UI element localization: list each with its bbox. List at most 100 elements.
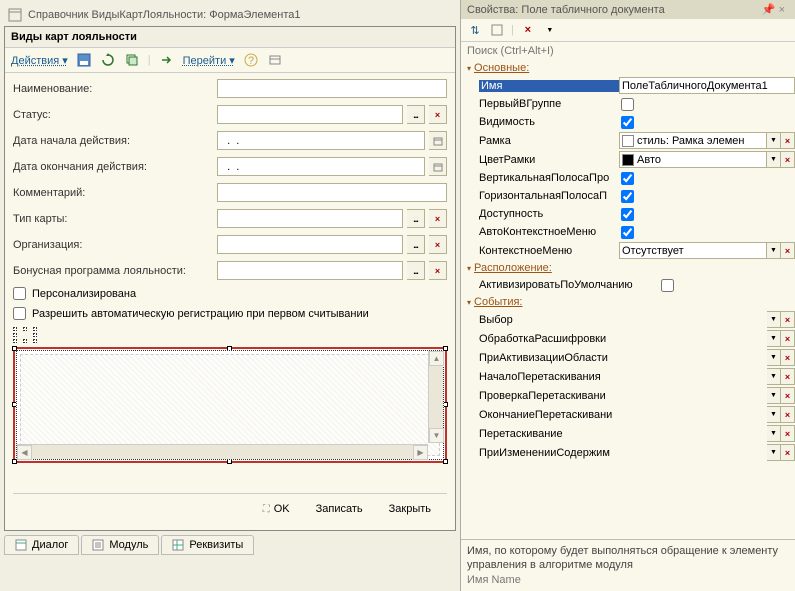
doc-hscrollbar[interactable]: ◀ ▶ [17, 444, 428, 459]
bonus-label: Бонусная программа лояльности: [13, 265, 213, 277]
event-drag-end-x[interactable]: × [781, 406, 795, 423]
bonus-select-button[interactable]: ... [407, 261, 425, 280]
prop-name-label[interactable]: Имя [479, 80, 619, 92]
auto-reg-label: Разрешить автоматическую регистрацию при… [32, 308, 369, 320]
event-detail-dd[interactable]: ▼ [767, 330, 781, 347]
status-select-button[interactable]: ... [407, 105, 425, 124]
event-activate-x[interactable]: × [781, 349, 795, 366]
filter-icon[interactable] [489, 22, 505, 38]
event-selection-dd[interactable]: ▼ [767, 311, 781, 328]
event-drag-start: НачалоПеретаскивания [479, 371, 619, 383]
event-drag-dd[interactable]: ▼ [767, 425, 781, 442]
event-drag-check-dd[interactable]: ▼ [767, 387, 781, 404]
save-icon[interactable] [76, 52, 92, 68]
table-document-field[interactable]: ▲ ▼ ◀ ▶ [13, 347, 447, 463]
clear-icon[interactable]: × [520, 22, 536, 38]
prop-context-menu-clear[interactable]: × [781, 242, 795, 259]
comment-label: Комментарий: [13, 187, 213, 199]
prop-availability: Доступность [479, 208, 619, 220]
prop-availability-cb[interactable] [621, 208, 634, 221]
prop-frame-dd[interactable]: ▼ [767, 132, 781, 149]
props-toolbar: ⇅ | × ▼ [461, 19, 795, 42]
prop-frame-color-dd[interactable]: ▼ [767, 151, 781, 168]
props-header: Свойства: Поле табличного документа 📌 × [461, 0, 795, 19]
dropdown-icon[interactable]: ▼ [542, 22, 558, 38]
prop-name-input[interactable] [619, 77, 795, 94]
date-start-input[interactable] [217, 131, 425, 150]
prop-context-menu-dd[interactable]: ▼ [767, 242, 781, 259]
event-drag-check-x[interactable]: × [781, 387, 795, 404]
arrow-icon[interactable] [159, 52, 175, 68]
prop-vscroll-cb[interactable] [621, 172, 634, 185]
event-activate-dd[interactable]: ▼ [767, 349, 781, 366]
prop-frame-clear[interactable]: × [781, 132, 795, 149]
prop-first-in-group-cb[interactable] [621, 98, 634, 111]
event-drag-x[interactable]: × [781, 425, 795, 442]
bonus-clear-button[interactable]: × [429, 261, 447, 280]
org-input[interactable] [217, 235, 403, 254]
card-type-input[interactable] [217, 209, 403, 228]
prop-hscroll: ГоризонтальнаяПолосаП [479, 190, 619, 202]
event-content-x[interactable]: × [781, 444, 795, 461]
section-layout[interactable]: Расположение: [461, 260, 795, 276]
status-input[interactable] [217, 105, 403, 124]
date-start-calendar-button[interactable] [429, 131, 447, 150]
date-end-input[interactable] [217, 157, 425, 176]
prop-auto-context-cb[interactable] [621, 226, 634, 239]
card-type-select-button[interactable]: ... [407, 209, 425, 228]
card-type-label: Тип карты: [13, 213, 213, 225]
selection-marker [13, 327, 37, 343]
props-search-input[interactable] [465, 44, 791, 58]
prop-activate-default-cb[interactable] [661, 279, 674, 292]
save-button[interactable]: Записать [306, 500, 373, 518]
org-select-button[interactable]: ... [407, 235, 425, 254]
name-input[interactable] [217, 79, 447, 98]
event-detail-x[interactable]: × [781, 330, 795, 347]
comment-input[interactable] [217, 183, 447, 202]
personalized-checkbox[interactable] [13, 287, 26, 300]
window-title: Справочник ВидыКартЛояльности: ФормаЭлем… [28, 9, 301, 21]
copy-icon[interactable] [124, 52, 140, 68]
event-drag: Перетаскивание [479, 428, 619, 440]
event-drag-check: ПроверкаПеретаскивани [479, 390, 619, 402]
settings-icon[interactable] [267, 52, 283, 68]
section-main[interactable]: Основные: [461, 60, 795, 76]
section-events[interactable]: События: [461, 294, 795, 310]
tab-requisites[interactable]: Реквизиты [161, 535, 254, 555]
auto-reg-checkbox[interactable] [13, 307, 26, 320]
tab-dialog[interactable]: Диалог [4, 535, 79, 555]
form-container: Виды карт лояльности Действия ▾ | Перейт… [4, 26, 456, 531]
bonus-input[interactable] [217, 261, 403, 280]
form-header: Виды карт лояльности [5, 27, 455, 48]
org-clear-button[interactable]: × [429, 235, 447, 254]
properties-panel: Свойства: Поле табличного документа 📌 × … [460, 0, 795, 591]
prop-hscroll-cb[interactable] [621, 190, 634, 203]
tab-module[interactable]: Модуль [81, 535, 159, 555]
card-type-clear-button[interactable]: × [429, 209, 447, 228]
props-search[interactable] [461, 42, 795, 60]
date-end-calendar-button[interactable] [429, 157, 447, 176]
event-drag-start-x[interactable]: × [781, 368, 795, 385]
help-icon[interactable]: ? [243, 52, 259, 68]
event-drag-start-dd[interactable]: ▼ [767, 368, 781, 385]
prop-frame-color-clear[interactable]: × [781, 151, 795, 168]
goto-menu[interactable]: Перейти ▾ [183, 54, 235, 67]
doc-vscrollbar[interactable]: ▲ ▼ [428, 351, 443, 443]
pin-icon[interactable]: 📌 × [758, 3, 789, 16]
ok-button[interactable]: OK [253, 500, 300, 518]
prop-visibility-cb[interactable] [621, 116, 634, 129]
prop-first-in-group: ПервыйВГруппе [479, 98, 619, 110]
status-clear-button[interactable]: × [429, 105, 447, 124]
bottom-tabs: Диалог Модуль Реквизиты [4, 535, 456, 555]
sort-icon[interactable]: ⇅ [467, 22, 483, 38]
prop-context-menu: КонтекстноеМеню [479, 245, 619, 257]
prop-frame-color: ЦветРамки [479, 154, 619, 166]
event-selection-x[interactable]: × [781, 311, 795, 328]
prop-visibility: Видимость [479, 116, 619, 128]
prop-context-menu-input[interactable] [619, 242, 767, 259]
event-content-dd[interactable]: ▼ [767, 444, 781, 461]
actions-menu[interactable]: Действия ▾ [11, 54, 68, 67]
event-drag-end-dd[interactable]: ▼ [767, 406, 781, 423]
refresh-icon[interactable] [100, 52, 116, 68]
close-button[interactable]: Закрыть [379, 500, 441, 518]
